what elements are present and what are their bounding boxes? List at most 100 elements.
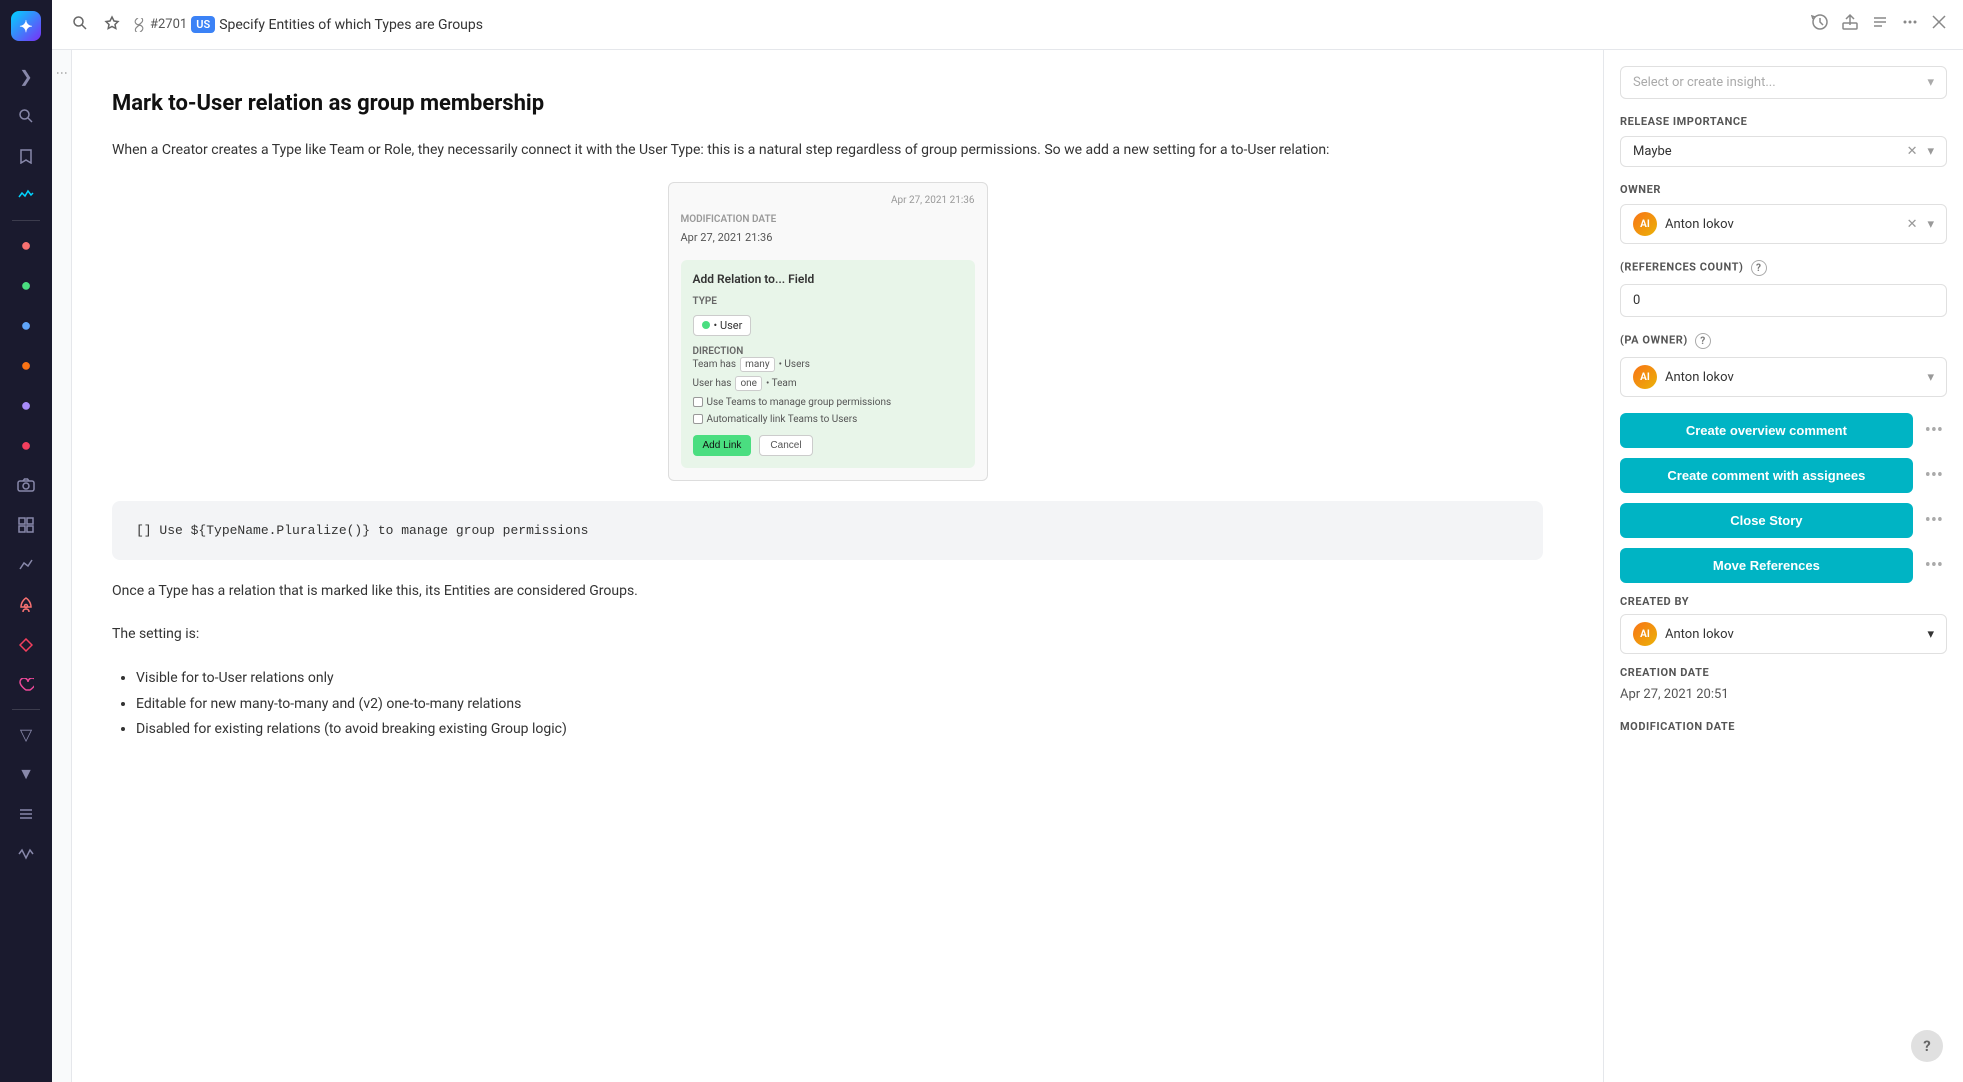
created-by-chevron-icon: ▾ xyxy=(1927,627,1934,642)
story-image: Apr 27, 2021 21:36 MODIFICATION DATE Apr… xyxy=(668,182,988,481)
pa-owner-group: (PA OWNER) ? AI Anton Iokov ▾ xyxy=(1620,333,1947,397)
checkbox-2 xyxy=(693,414,703,424)
dir-row2-left: User has xyxy=(693,378,732,389)
sidebar-item-3[interactable]: ● xyxy=(8,307,44,343)
move-references-button[interactable]: Move References xyxy=(1620,548,1913,583)
creation-date-label: CREATION DATE xyxy=(1620,666,1947,679)
owner-select[interactable]: AI Anton Iokov ✕ ▾ xyxy=(1620,204,1947,244)
created-by-avatar: AI xyxy=(1633,622,1657,646)
user-dot xyxy=(702,321,710,329)
creation-date-group: CREATION DATE Apr 27, 2021 20:51 xyxy=(1620,666,1947,704)
add-relation-title: Add Relation to... Field xyxy=(693,272,963,286)
release-importance-label: RELEASE IMPORTANCE xyxy=(1620,115,1947,128)
story-bullet-list: Visible for to-User relations only Edita… xyxy=(136,666,1543,742)
sidebar-collapse-toggle[interactable]: ⋮ xyxy=(52,50,72,1082)
release-importance-chevron-icon: ▾ xyxy=(1927,144,1934,159)
type-field-row: TYPE xyxy=(693,296,963,307)
sidebar-heart-icon[interactable] xyxy=(8,667,44,703)
sidebar-camera-icon[interactable] xyxy=(8,467,44,503)
creation-date-value: Apr 27, 2021 20:51 xyxy=(1620,685,1947,704)
owner-label: OWNER xyxy=(1620,183,1947,196)
sidebar-bookmark-icon[interactable] xyxy=(8,138,44,174)
history-icon[interactable] xyxy=(1811,13,1829,36)
move-references-more-icon[interactable]: ••• xyxy=(1921,551,1947,580)
pa-owner-select-left: AI Anton Iokov xyxy=(1633,365,1734,389)
owner-avatar: AI xyxy=(1633,212,1657,236)
sidebar-item-6[interactable]: ● xyxy=(8,427,44,463)
close-story-more-icon[interactable]: ••• xyxy=(1921,506,1947,535)
add-relation-box: Add Relation to... Field TYPE • User DIR… xyxy=(681,260,975,468)
search-icon[interactable] xyxy=(68,11,92,39)
references-count-label-text: (REFERENCES COUNT) xyxy=(1620,261,1743,274)
pa-owner-label: (PA OWNER) ? xyxy=(1620,333,1947,349)
create-overview-comment-more-icon[interactable]: ••• xyxy=(1921,416,1947,445)
logo[interactable]: ✦ xyxy=(8,8,44,44)
insight-placeholder: Select or create insight... xyxy=(1633,75,1776,90)
dir-row2-mid: one xyxy=(735,376,762,391)
close-icon[interactable] xyxy=(1931,14,1947,35)
create-comment-assignees-more-icon[interactable]: ••• xyxy=(1921,461,1947,490)
owner-clear-icon[interactable]: ✕ xyxy=(1907,217,1918,232)
share-icon[interactable] xyxy=(1841,13,1859,36)
close-story-button[interactable]: Close Story xyxy=(1620,503,1913,538)
sidebar-arrow-down-icon[interactable]: ▽ xyxy=(8,716,44,752)
story-content: Mark to-User relation as group membershi… xyxy=(72,50,1603,1082)
content-area: ⋮ Mark to-User relation as group members… xyxy=(52,50,1963,1082)
story-heading: Mark to-User relation as group membershi… xyxy=(112,90,1543,119)
image-mod-date-label: MODIFICATION DATE xyxy=(681,214,975,225)
owner-chevron-icon: ▾ xyxy=(1927,217,1934,232)
pa-owner-help-icon[interactable]: ? xyxy=(1695,333,1711,349)
us-badge: US xyxy=(191,16,215,33)
create-comment-assignees-button[interactable]: Create comment with assignees xyxy=(1620,458,1913,493)
story-paragraph-1: When a Creator creates a Type like Team … xyxy=(112,139,1543,162)
sidebar-search-icon[interactable] xyxy=(8,98,44,134)
logo-icon: ✦ xyxy=(11,11,41,41)
release-importance-clear-icon[interactable]: ✕ xyxy=(1907,144,1918,159)
help-button[interactable]: ? xyxy=(1911,1030,1943,1062)
insight-chevron-icon: ▾ xyxy=(1927,75,1934,90)
create-overview-comment-row: Create overview comment ••• xyxy=(1620,413,1947,448)
sidebar-grid-icon[interactable] xyxy=(8,507,44,543)
move-references-row: Move References ••• xyxy=(1620,548,1947,583)
cancel-button[interactable]: Cancel xyxy=(759,435,812,456)
sidebar-diamond-icon[interactable] xyxy=(8,627,44,663)
sidebar-filled-arrow-icon[interactable]: ▼ xyxy=(8,756,44,792)
lines-icon[interactable] xyxy=(1871,13,1889,36)
sidebar-item-2[interactable]: ● xyxy=(8,267,44,303)
star-icon[interactable] xyxy=(100,11,124,39)
sidebar-item-5[interactable]: ● xyxy=(8,387,44,423)
sidebar-activity-icon[interactable] xyxy=(8,178,44,214)
more-icon[interactable] xyxy=(1901,13,1919,36)
add-link-button[interactable]: Add Link xyxy=(693,435,752,456)
created-by-section: CREATED BY AI Anton Iokov ▾ xyxy=(1620,595,1947,654)
right-panel: Select or create insight... ▾ RELEASE IM… xyxy=(1603,50,1963,1082)
bullet-item-3: Disabled for existing relations (to avoi… xyxy=(136,717,1543,742)
pa-owner-select[interactable]: AI Anton Iokov ▾ xyxy=(1620,357,1947,397)
created-by-label: CREATED BY xyxy=(1620,595,1947,608)
owner-name: Anton Iokov xyxy=(1665,217,1734,232)
insight-select[interactable]: Select or create insight... ▾ xyxy=(1620,66,1947,99)
story-paragraph-3: The setting is: xyxy=(112,623,1543,646)
sidebar-wave-icon[interactable] xyxy=(8,836,44,872)
modification-date-group: MODIFICATION DATE xyxy=(1620,720,1947,733)
sidebar-divider-2 xyxy=(12,709,40,710)
sidebar-collapse[interactable]: ❯ xyxy=(8,58,44,94)
created-by-dropdown[interactable]: AI Anton Iokov ▾ xyxy=(1620,614,1947,654)
modification-date-label: MODIFICATION DATE xyxy=(1620,720,1947,733)
release-importance-select[interactable]: Maybe ✕ ▾ xyxy=(1620,136,1947,167)
checkbox-row-2: Automatically link Teams to Users xyxy=(693,414,963,425)
create-overview-comment-button[interactable]: Create overview comment xyxy=(1620,413,1913,448)
sidebar-rocket-icon[interactable] xyxy=(8,587,44,623)
dir-row1-left: Team has xyxy=(693,359,737,370)
sidebar-list-icon[interactable] xyxy=(8,796,44,832)
direction-row-2: User has one • Team xyxy=(693,376,963,391)
sidebar-item-1[interactable]: ● xyxy=(8,227,44,263)
sidebar-chart-icon[interactable] xyxy=(8,547,44,583)
references-count-help-icon[interactable]: ? xyxy=(1751,260,1767,276)
type-value: • User xyxy=(714,319,743,332)
image-mod-date-value: Apr 27, 2021 21:36 xyxy=(681,231,975,244)
sidebar-item-4[interactable]: ● xyxy=(8,347,44,383)
checkbox-1-label: Use Teams to manage group permissions xyxy=(707,397,892,408)
story-number: #2701 xyxy=(150,17,187,32)
checkbox-1 xyxy=(693,397,703,407)
